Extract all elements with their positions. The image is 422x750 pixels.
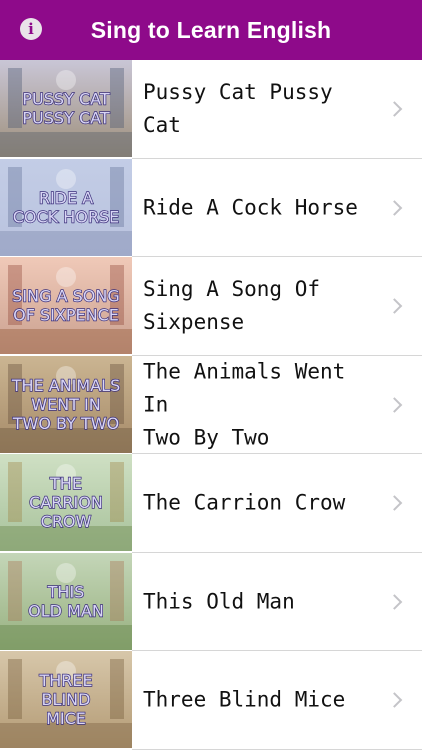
thumbnail-title-text: THE <box>49 474 82 493</box>
song-row[interactable]: THREE BLIND MICE Three Blind Mice <box>0 651 422 750</box>
song-thumbnail: THREE BLIND MICE <box>0 651 132 748</box>
chevron-right-icon <box>386 199 403 216</box>
song-thumbnail: SING A SONG OF SIXPENCE <box>0 257 132 354</box>
app-header: i Sing to Learn English <box>0 0 422 60</box>
song-title: This Old Man <box>143 585 373 618</box>
thumbnail-title-text: COCK HORSE <box>13 207 120 226</box>
chevron-right-icon <box>386 101 403 118</box>
thumbnail-illustration: THE ANIMALSWENT INTWO BY TWO <box>0 355 132 453</box>
thumbnail-title-text: OLD MAN <box>28 601 104 620</box>
song-title-line: The Animals Went In <box>143 359 346 417</box>
thumbnail-illustration: RIDE ACOCK HORSE <box>0 158 132 256</box>
thumbnail-illustration: PUSSY CATPUSSY CAT <box>0 60 132 157</box>
song-title: The Animals Went In Two By Two <box>143 355 373 454</box>
song-title: Pussy Cat Pussy Cat <box>143 76 373 142</box>
song-title-line: This Old Man <box>143 589 295 614</box>
thumbnail-title-text: PUSSY CAT <box>22 109 109 128</box>
app-title: Sing to Learn English <box>90 17 332 43</box>
thumbnail-title-text: BLIND <box>42 690 91 709</box>
thumbnail-title-text: RIDE A <box>39 188 93 207</box>
song-title-line: Ride A Cock Horse <box>143 195 358 220</box>
song-title: Three Blind Mice <box>143 684 373 717</box>
thumbnail-illustration: THECARRIONCROW <box>0 454 132 551</box>
thumbnail-illustration: THISOLD MAN <box>0 552 132 650</box>
thumbnail-title-text: WENT IN <box>31 395 100 414</box>
song-title-line: Pussy Cat Pussy Cat <box>143 80 333 138</box>
song-row[interactable]: THE CARRION CROW The Carrion Crow <box>0 454 422 553</box>
chevron-right-icon <box>386 298 403 315</box>
thumbnail-title-text: THREE <box>38 671 92 690</box>
song-list: PUSSY CAT PUSSY CAT Pussy Cat Pussy Cat RID… <box>0 60 422 750</box>
song-thumbnail: THE ANIMALS WENT IN TWO BY TWO <box>0 355 132 453</box>
song-row[interactable]: THE ANIMALS WENT IN TWO BY TWO The Animals … <box>0 355 422 454</box>
song-thumbnail: THIS OLD MAN <box>0 552 132 650</box>
song-row[interactable]: RIDE A COCK HORSE Ride A Cock Horse <box>0 158 422 257</box>
thumbnail-title-text: THE ANIMALS <box>11 376 120 395</box>
song-row[interactable]: SING A SONG OF SIXPENCE Sing A Song Of Sixp… <box>0 257 422 356</box>
row-divider <box>132 748 422 750</box>
chevron-right-icon <box>386 396 403 413</box>
thumbnail-title-text: CARRION <box>29 493 103 512</box>
song-title-line: Three Blind Mice <box>143 687 346 712</box>
chevron-right-icon <box>386 495 403 512</box>
song-title: Sing A Song Of Sixpense <box>143 273 373 339</box>
song-row[interactable]: THIS OLD MAN This Old Man <box>0 552 422 651</box>
chevron-right-icon <box>386 593 403 610</box>
song-title-line: The Carrion Crow <box>143 490 346 515</box>
thumbnail-title-text: OF SIXPENCE <box>13 306 119 325</box>
chevron-right-icon <box>386 692 403 709</box>
song-thumbnail: PUSSY CAT PUSSY CAT <box>0 60 132 157</box>
thumbnail-title-text: CROW <box>41 512 92 531</box>
song-thumbnail: RIDE A COCK HORSE <box>0 158 132 256</box>
thumbnail-title-text: PUSSY CAT <box>22 90 109 109</box>
thumbnail-title-text: MICE <box>46 709 86 728</box>
song-thumbnail: THE CARRION CROW <box>0 454 132 551</box>
thumbnail-illustration: THREEBLINDMICE <box>0 651 132 748</box>
thumbnail-title-text: SING A SONG <box>12 287 119 306</box>
thumbnail-title-text: THIS <box>47 582 85 601</box>
song-title-line: Sixpense <box>143 310 245 335</box>
song-title: Ride A Cock Horse <box>143 191 373 224</box>
thumbnail-illustration: SING A SONGOF SIXPENCE <box>0 257 132 354</box>
song-title-line: Sing A Song Of <box>143 277 321 302</box>
song-title-line: Two By Two <box>143 425 270 450</box>
song-title: The Carrion Crow <box>143 487 373 520</box>
song-row[interactable]: PUSSY CAT PUSSY CAT Pussy Cat Pussy Cat <box>0 60 422 159</box>
thumbnail-title-text: TWO BY TWO <box>12 414 119 433</box>
